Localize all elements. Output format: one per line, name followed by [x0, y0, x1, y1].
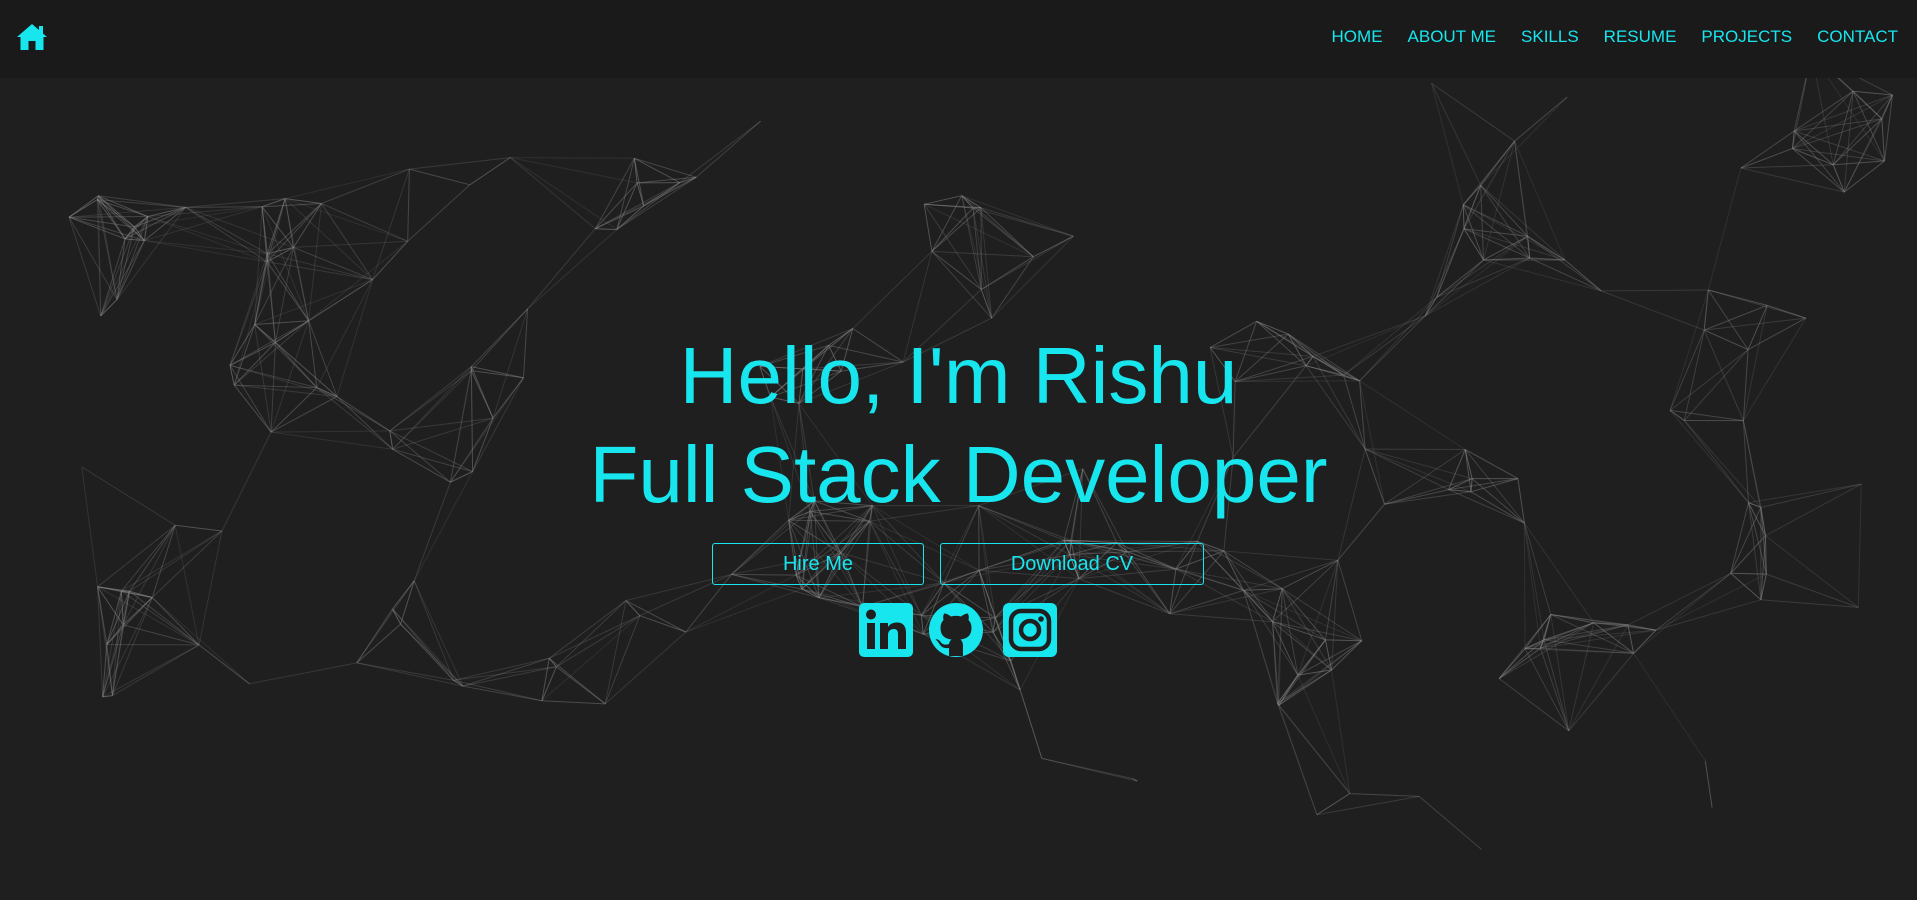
instagram-icon[interactable] — [1003, 603, 1057, 657]
nav-link-resume[interactable]: RESUME — [1604, 27, 1677, 47]
hire-me-button[interactable]: Hire Me — [712, 543, 924, 585]
nav-link-projects[interactable]: PROJECTS — [1701, 27, 1792, 47]
home-icon[interactable] — [16, 22, 48, 52]
github-icon[interactable] — [929, 603, 983, 657]
nav-menu: HOME ABOUT ME SKILLS RESUME PROJECTS CON… — [1332, 0, 1898, 74]
navbar: HOME ABOUT ME SKILLS RESUME PROJECTS CON… — [0, 0, 1917, 78]
nav-link-home[interactable]: HOME — [1332, 27, 1383, 47]
download-cv-button[interactable]: Download CV — [940, 543, 1204, 585]
hero-role: Full Stack Developer — [589, 430, 1328, 519]
nav-link-contact[interactable]: CONTACT — [1817, 27, 1898, 47]
linkedin-icon[interactable] — [859, 603, 913, 657]
nav-link-about-me[interactable]: ABOUT ME — [1408, 27, 1496, 47]
nav-link-skills[interactable]: SKILLS — [1521, 27, 1579, 47]
hero-section: Hello, I'm Rishu Full Stack Developer Hi… — [0, 78, 1917, 900]
hero-greeting: Hello, I'm Rishu — [679, 331, 1238, 420]
